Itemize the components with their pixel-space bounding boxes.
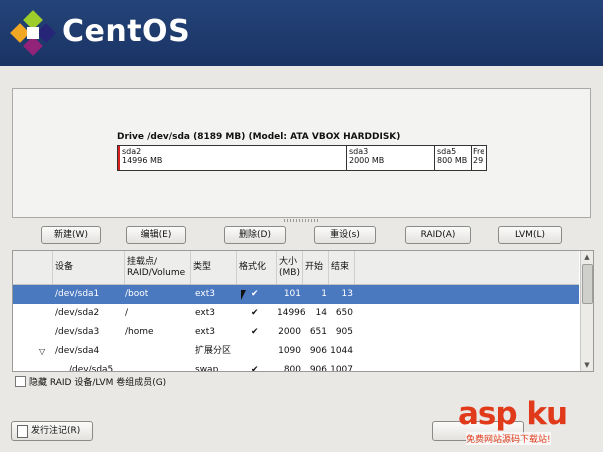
cell-start: 906 <box>309 365 327 372</box>
centos-logo-icon <box>10 10 56 56</box>
table-scrollbar[interactable]: ▲ ▼ <box>580 251 593 371</box>
column-header-end[interactable]: 结束 <box>329 251 355 284</box>
segment-name: sda2 <box>122 147 142 156</box>
cell-type: ext3 <box>195 308 215 318</box>
column-header-expander <box>13 251 53 284</box>
cell-type: swap <box>195 365 219 372</box>
cell-size: 800 <box>283 365 301 372</box>
cell-end: 1007 <box>330 365 353 372</box>
table-header: 设备 挂载点/ RAID/Volume 类型 格式化 大小 (MB) 开始 结束 <box>13 251 579 285</box>
scroll-down-arrow-icon[interactable]: ▼ <box>582 360 592 370</box>
cell-device: /dev/sda3 <box>55 327 100 337</box>
format-check-icon: ✔ <box>251 308 259 318</box>
pane-splitter-handle[interactable] <box>284 219 318 222</box>
cell-device: /dev/sda1 <box>55 289 100 299</box>
raid-button[interactable]: RAID(A) <box>405 226 471 244</box>
cell-start: 1 <box>321 289 327 299</box>
table-row[interactable]: /dev/sda2 / ext3 ✔ 14996 14 650 <box>13 304 579 323</box>
segment-size: 800 MB <box>437 156 468 165</box>
delete-button[interactable]: 删除(D) <box>224 226 286 244</box>
table-row[interactable]: /dev/sda3 /home ext3 ✔ 2000 651 905 <box>13 323 579 342</box>
hide-raid-label[interactable]: 隐藏 RAID 设备/LVM 卷组成员(G) <box>29 375 166 388</box>
cell-device: /dev/sda4 <box>55 346 100 356</box>
collapse-arrow-icon[interactable]: ▽ <box>39 342 45 361</box>
column-header-start[interactable]: 开始 <box>303 251 329 284</box>
table-row[interactable]: /dev/sda1 /boot ext3 ✔ 101 1 13 <box>13 285 579 304</box>
cell-size: 14996 <box>277 308 306 318</box>
cell-end: 650 <box>335 308 353 318</box>
format-check-icon: ✔ <box>251 289 259 299</box>
column-header-type[interactable]: 类型 <box>191 251 237 284</box>
column-header-format[interactable]: 格式化 <box>237 251 277 284</box>
release-notes-label: 发行注记(R) <box>31 426 81 436</box>
segment-name: Fre <box>473 147 484 156</box>
watermark-text: asp ku <box>458 396 568 432</box>
lvm-button[interactable]: LVM(L) <box>498 226 562 244</box>
cell-type: 扩展分区 <box>195 346 232 356</box>
header-banner: CentOS <box>0 0 603 66</box>
format-check-icon: ✔ <box>251 365 259 372</box>
partition-segment-free[interactable]: Fre 29 <box>472 146 484 170</box>
drive-overview-panel: Drive /dev/sda (8189 MB) (Model: ATA VBO… <box>12 88 591 218</box>
brand-name: CentOS <box>62 14 191 49</box>
scroll-up-arrow-icon[interactable]: ▲ <box>582 252 592 262</box>
drive-partition-bar: sda2 14996 MB sda3 2000 MB sda5 800 MB F… <box>117 145 487 171</box>
drive-title: Drive /dev/sda (8189 MB) (Model: ATA VBO… <box>117 132 401 142</box>
column-header-device[interactable]: 设备 <box>53 251 125 284</box>
table-row[interactable]: /dev/sda5 swap ✔ 800 906 1007 <box>13 361 579 372</box>
cell-type: ext3 <box>195 327 215 337</box>
cell-end: 1044 <box>330 346 353 356</box>
cell-size: 2000 <box>278 327 301 337</box>
table-row[interactable]: ▽ /dev/sda4 扩展分区 1090 906 1044 <box>13 342 579 361</box>
cell-size: 101 <box>283 289 301 299</box>
cell-mount: /home <box>125 327 154 337</box>
reset-button[interactable]: 重设(s) <box>314 226 376 244</box>
cell-start: 906 <box>309 346 327 356</box>
segment-size: 29 <box>473 156 484 165</box>
partition-table: 设备 挂载点/ RAID/Volume 类型 格式化 大小 (MB) 开始 结束… <box>12 250 594 372</box>
document-icon <box>17 425 28 438</box>
segment-size: 14996 MB <box>122 156 163 165</box>
mouse-pointer-icon <box>241 290 246 300</box>
cell-end: 13 <box>341 289 353 299</box>
release-notes-button[interactable]: 发行注记(R) <box>11 421 93 441</box>
partition-segment-sda2[interactable]: sda2 14996 MB <box>118 146 347 170</box>
column-header-size[interactable]: 大小 (MB) <box>277 251 303 284</box>
segment-name: sda3 <box>349 147 369 156</box>
column-header-mount[interactable]: 挂载点/ RAID/Volume <box>125 251 191 284</box>
cell-end: 905 <box>335 327 353 337</box>
cell-start: 651 <box>309 327 327 337</box>
format-check-icon: ✔ <box>251 327 259 337</box>
cell-type: ext3 <box>195 289 215 299</box>
watermark-subtext: 免费网站源码下载站! <box>466 432 551 445</box>
cell-size: 1090 <box>278 346 301 356</box>
cell-start: 14 <box>315 308 327 318</box>
cell-device: /dev/sda5 <box>69 365 114 372</box>
segment-size: 2000 MB <box>349 156 385 165</box>
partition-segment-sda3[interactable]: sda3 2000 MB <box>347 146 435 170</box>
watermark-logo: asp ku 免费网站源码下载站! <box>458 396 603 452</box>
cell-device: /dev/sda2 <box>55 308 100 318</box>
cell-mount: / <box>125 308 129 318</box>
edit-button[interactable]: 编辑(E) <box>126 226 186 244</box>
new-button[interactable]: 新建(W) <box>41 226 101 244</box>
partition-segment-sda5[interactable]: sda5 800 MB <box>435 146 472 170</box>
scrollbar-thumb[interactable] <box>582 264 593 304</box>
hide-raid-checkbox[interactable] <box>15 376 26 387</box>
cell-mount: /boot <box>125 289 149 299</box>
segment-name: sda5 <box>437 147 457 156</box>
